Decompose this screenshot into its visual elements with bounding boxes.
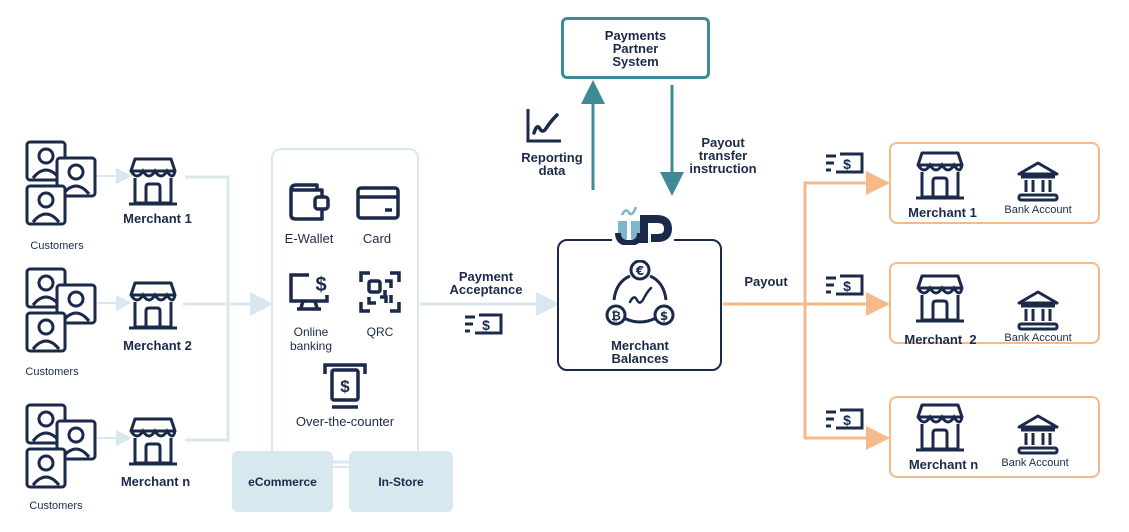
destination-merchant-n-label: Merchant n bbox=[908, 457, 979, 472]
cash-transfer-icon: $ bbox=[826, 152, 864, 174]
card-icon bbox=[356, 186, 400, 220]
merchant-2-label: Merchant 2 bbox=[123, 338, 192, 353]
store-icon bbox=[916, 403, 964, 452]
channel-over-the-counter-label: Over-the-counter bbox=[295, 414, 395, 429]
channel-card-label: Card bbox=[362, 231, 392, 246]
svg-text:$: $ bbox=[843, 278, 851, 294]
customers-label-1: Customers bbox=[30, 240, 84, 252]
destination-bank-account-2-label: Bank Account bbox=[1004, 332, 1072, 344]
customers-label-2: Customers bbox=[25, 366, 79, 378]
svg-text:$: $ bbox=[843, 412, 851, 428]
wallet-icon bbox=[289, 183, 330, 221]
cash-transfer-icon: $ bbox=[826, 408, 864, 430]
customers-icon bbox=[25, 140, 97, 226]
ecommerce-tag: eCommerce bbox=[232, 451, 333, 512]
customers-label-3: Customers bbox=[29, 500, 83, 512]
destination-bank-account-1-label: Bank Account bbox=[1004, 204, 1072, 216]
cash-transfer-icon: $ bbox=[826, 274, 864, 296]
payout-bracket bbox=[803, 181, 885, 440]
payout-transfer-instruction-label: Payout transfer instruction bbox=[689, 135, 757, 176]
online-banking-icon: $ bbox=[289, 273, 329, 311]
qr-code-icon bbox=[359, 271, 401, 313]
payout-label: Payout bbox=[744, 274, 788, 289]
currency-exchange-icon: € ₿ $ bbox=[605, 260, 675, 326]
payment-acceptance-label: Payment Acceptance bbox=[449, 269, 523, 297]
counter-icon: $ bbox=[323, 363, 367, 409]
cash-transfer-icon: $ bbox=[465, 313, 503, 335]
bank-icon bbox=[1017, 290, 1059, 331]
store-icon bbox=[916, 274, 964, 323]
svg-text:$: $ bbox=[660, 309, 668, 323]
store-icon bbox=[916, 151, 964, 200]
merchant-balances-label: Merchant Balances bbox=[611, 338, 669, 366]
destination-bank-account-n-label: Bank Account bbox=[1001, 457, 1069, 469]
store-icon bbox=[129, 281, 177, 330]
bank-icon bbox=[1017, 414, 1059, 455]
up-logo bbox=[612, 203, 674, 247]
svg-text:€: € bbox=[635, 264, 644, 278]
customers-icon bbox=[25, 267, 97, 353]
customers-icon bbox=[25, 403, 97, 489]
channel-ewallet-label: E-Wallet bbox=[284, 231, 334, 246]
merchant-1-label: Merchant 1 bbox=[123, 211, 192, 226]
svg-text:$: $ bbox=[843, 156, 851, 172]
svg-text:$: $ bbox=[315, 274, 326, 296]
channel-online-banking-label: Online banking bbox=[289, 325, 333, 353]
in-store-tag: In-Store bbox=[349, 451, 453, 512]
svg-text:$: $ bbox=[340, 377, 350, 396]
reporting-data-label: Reporting data bbox=[521, 150, 583, 178]
svg-text:₿: ₿ bbox=[611, 309, 621, 323]
destination-merchant-1-label: Merchant 1 bbox=[908, 205, 977, 220]
payments-partner-system-box: Payments Partner System bbox=[561, 17, 710, 79]
bank-icon bbox=[1017, 161, 1059, 202]
svg-text:$: $ bbox=[482, 317, 490, 333]
store-icon bbox=[129, 157, 177, 206]
store-icon bbox=[129, 417, 177, 466]
merchant-n-label: Merchant n bbox=[120, 474, 191, 489]
destination-merchant-2-label: Merchant 2 bbox=[904, 332, 977, 347]
line-chart-icon bbox=[526, 109, 561, 143]
payments-partner-system-label: Payments Partner System bbox=[604, 27, 667, 69]
channel-qrc-label: QRC bbox=[366, 325, 394, 339]
